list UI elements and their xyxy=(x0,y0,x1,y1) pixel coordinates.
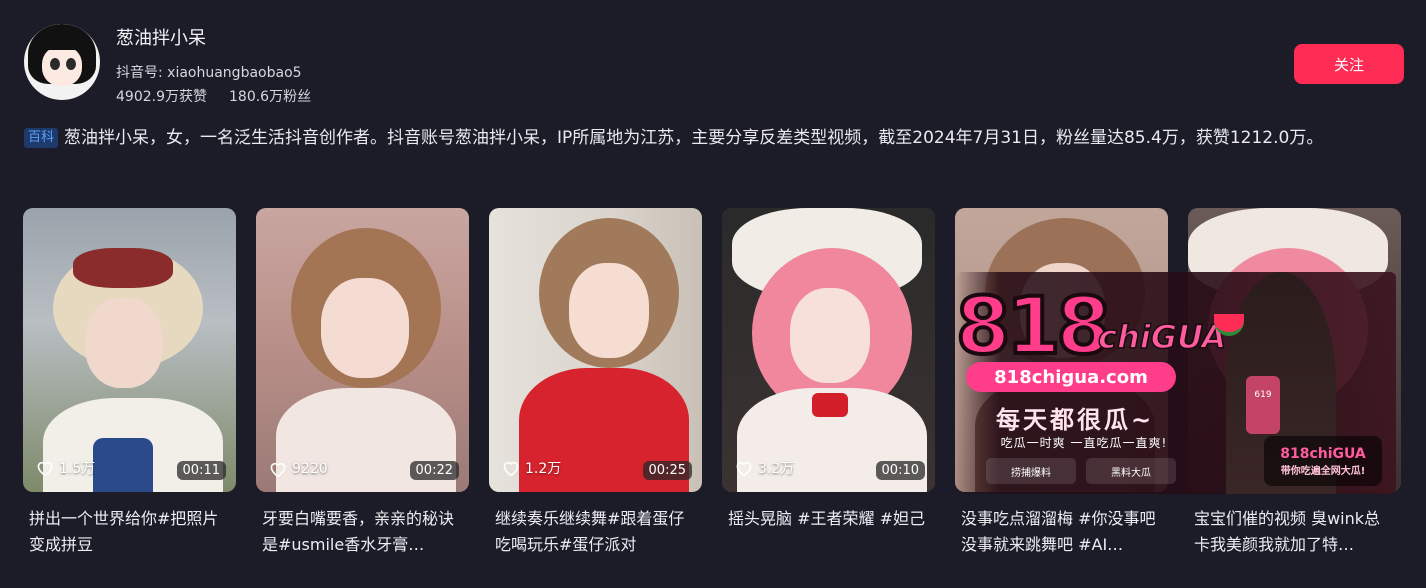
bio: 百科 葱油拌小呆，女，一名泛生活抖音创作者。抖音账号葱油拌小呆，IP所属地为江苏，… xyxy=(24,124,1404,153)
video-caption[interactable]: 宝宝们催的视频 臭wink总卡我美颜我就加了特… xyxy=(1188,506,1401,558)
video-card[interactable]: 1.2万 00:25 继续奏乐继续舞#跟着蛋仔吃喝玩乐#蛋仔派对 xyxy=(489,208,702,558)
like-indicator: 1.2万 xyxy=(501,458,561,478)
ad-corner-logo-sub: 带你吃遍全网大瓜! xyxy=(1280,465,1366,477)
like-count: 1.2万 xyxy=(525,461,562,477)
avatar-eye xyxy=(66,58,76,70)
like-count: 9220 xyxy=(292,461,328,477)
ad-phone: 619 xyxy=(1246,376,1280,434)
heart-icon xyxy=(270,462,286,478)
avatar-bangs xyxy=(40,36,84,50)
video-card[interactable]: 3.2万 00:10 摇头晃脑 #王者荣耀 #妲己 xyxy=(722,208,935,558)
ad-url[interactable]: 818chigua.com xyxy=(966,362,1176,392)
video-thumbnail[interactable]: 3.2万 00:10 xyxy=(722,208,935,492)
avatar-eye xyxy=(50,58,60,70)
profile-name[interactable]: 葱油拌小呆 xyxy=(116,24,206,50)
video-caption[interactable]: 没事吃点溜溜梅 #你没事吧没事就来跳舞吧 #AI… xyxy=(955,506,1168,558)
ad-logo-sub: chiGUA xyxy=(1097,317,1227,357)
video-duration: 00:11 xyxy=(176,461,226,480)
ad-banner[interactable]: 619 818 chiGUA 818chigua.com 每天都很瓜~ 吃瓜一时… xyxy=(956,272,1396,494)
video-duration: 00:22 xyxy=(409,461,459,480)
followers-count: 180.6万粉丝 xyxy=(229,89,312,105)
heart-icon xyxy=(37,461,53,477)
douyin-id: 抖音号: xiaohuangbaobao5 xyxy=(116,65,302,81)
ad-chip[interactable]: 捞捕爆料 xyxy=(986,458,1076,484)
video-thumbnail[interactable]: 9220 00:22 xyxy=(256,208,469,492)
video-thumbnail[interactable]: 1.2万 00:25 xyxy=(489,208,702,492)
video-card[interactable]: 1.5万 00:11 拼出一个世界给你#把照片变成拼豆 xyxy=(23,208,236,558)
avatar-face xyxy=(42,46,82,86)
like-count: 1.5万 xyxy=(59,461,96,477)
video-caption[interactable]: 摇头晃脑 #王者荣耀 #妲己 xyxy=(722,506,935,558)
ad-subline: 吃瓜一时爽 一直吃瓜一直爽! xyxy=(1000,436,1168,450)
like-indicator: 9220 xyxy=(268,460,328,478)
bio-text: 葱油拌小呆，女，一名泛生活抖音创作者。抖音账号葱油拌小呆，IP所属地为江苏，主要… xyxy=(64,128,1324,148)
like-indicator: 3.2万 xyxy=(734,458,794,478)
video-duration: 00:25 xyxy=(642,461,692,480)
video-caption[interactable]: 牙要白嘴要香，亲亲的秘诀是#usmile香水牙膏… xyxy=(256,506,469,558)
ad-logo: 818 xyxy=(956,280,1113,374)
ad-chip[interactable]: 黑料大瓜 xyxy=(1086,458,1176,484)
video-caption[interactable]: 继续奏乐继续舞#跟着蛋仔吃喝玩乐#蛋仔派对 xyxy=(489,506,702,558)
ad-corner-logo-title: 818chiGUA xyxy=(1280,445,1366,462)
video-caption[interactable]: 拼出一个世界给你#把照片变成拼豆 xyxy=(23,506,236,558)
profile-header: 葱油拌小呆 抖音号: xiaohuangbaobao5 4902.9万获赞 18… xyxy=(24,22,1404,112)
profile-stats: 4902.9万获赞 180.6万粉丝 xyxy=(116,86,311,106)
ad-slogan: 每天都很瓜~ xyxy=(996,406,1155,434)
like-count: 3.2万 xyxy=(758,461,795,477)
ad-chips: 捞捕爆料 黑料大瓜 xyxy=(986,458,1176,484)
baike-tag[interactable]: 百科 xyxy=(24,128,59,148)
avatar[interactable] xyxy=(24,24,100,100)
like-indicator: 1.5万 xyxy=(35,458,95,478)
ad-corner-logo[interactable]: 818chiGUA 带你吃遍全网大瓜! xyxy=(1264,436,1382,486)
video-thumbnail[interactable]: 1.5万 00:11 xyxy=(23,208,236,492)
heart-icon xyxy=(503,461,519,477)
video-duration: 00:10 xyxy=(875,461,925,480)
follow-button[interactable]: 关注 xyxy=(1294,44,1404,84)
heart-icon xyxy=(736,461,752,477)
likes-count: 4902.9万获赞 xyxy=(116,89,207,105)
video-card[interactable]: 9220 00:22 牙要白嘴要香，亲亲的秘诀是#usmile香水牙膏… xyxy=(256,208,469,558)
